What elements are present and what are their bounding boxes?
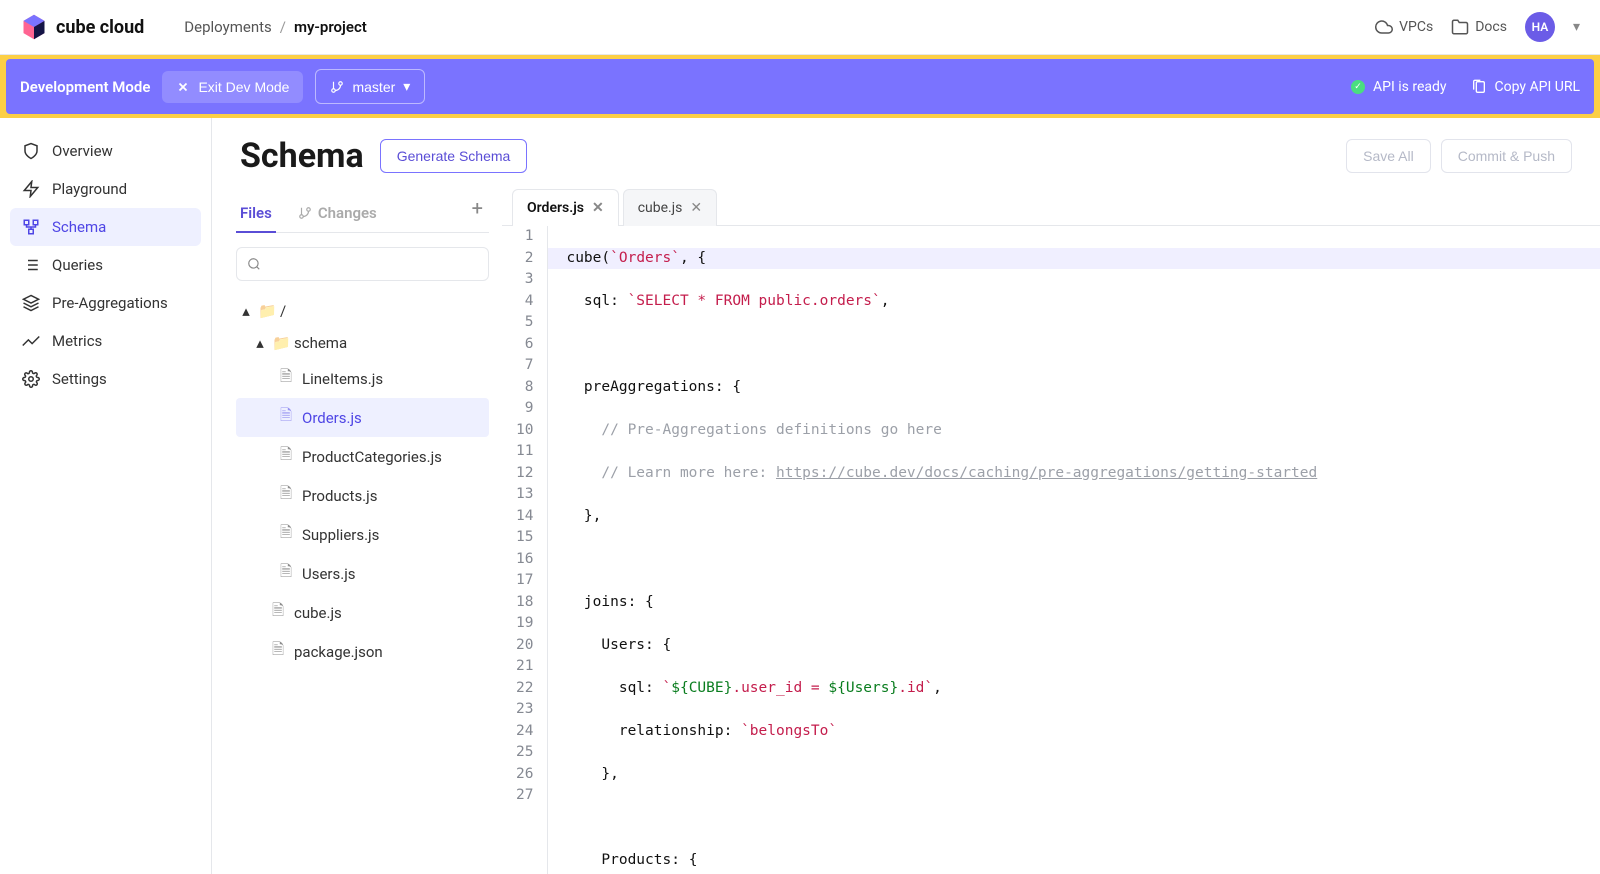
files-tabs: Files Changes + [236,186,489,233]
sidebar-item-overview[interactable]: Overview [10,132,201,170]
breadcrumb: Deployments / my-project [184,18,367,36]
sidebar-item-queries[interactable]: Queries [10,246,201,284]
dev-bar-wrap: Development Mode Exit Dev Mode master ▾ … [0,55,1600,118]
tab-changes[interactable]: Changes [294,194,381,232]
folder-icon: 📁 [272,334,288,352]
content-header: Schema Generate Schema Save All Commit &… [212,118,1600,186]
dev-bar: Development Mode Exit Dev Mode master ▾ … [6,59,1594,114]
tab-files[interactable]: Files [236,194,276,232]
tree-file-products[interactable]: 🗎 Products.js [236,476,489,515]
shield-icon [22,142,40,160]
file-icon: 🗎 [280,444,296,469]
tree-root[interactable]: ▴ 📁 / [236,295,489,327]
list-icon [22,256,40,274]
editor-tab-cube[interactable]: cube.js ✕ [623,189,717,226]
search-icon [247,257,261,271]
avatar[interactable]: HA [1525,12,1555,42]
generate-schema-button[interactable]: Generate Schema [380,139,528,173]
file-icon: 🗎 [272,600,288,625]
file-icon: 🗎 [280,522,296,547]
tree-file-users[interactable]: 🗎 Users.js [236,554,489,593]
file-search-input[interactable] [261,256,478,272]
copy-api-url-button[interactable]: Copy API URL [1471,79,1580,95]
file-search[interactable] [236,247,489,281]
chart-icon [22,332,40,350]
editor-area: Orders.js ✕ cube.js ✕ 123456789101112131… [502,186,1600,874]
top-header: cube cloud Deployments / my-project VPCs… [0,0,1600,55]
file-icon: 🗎 [280,405,296,430]
code-content[interactable]: cube(`Orders`, { sql: `SELECT * FROM pub… [548,226,1600,874]
file-icon: 🗎 [280,483,296,508]
file-icon: 🗎 [272,639,288,664]
commit-push-button[interactable]: Commit & Push [1441,139,1572,173]
caret-down-icon: ▴ [254,334,266,352]
file-icon: 🗎 [280,561,296,586]
cloud-icon [1375,18,1393,36]
save-all-button[interactable]: Save All [1346,139,1431,173]
vpcs-link[interactable]: VPCs [1375,18,1433,36]
chevron-down-icon[interactable]: ▾ [1573,19,1580,35]
folder-icon: 📁 [258,302,274,320]
dev-mode-label: Development Mode [20,78,150,96]
close-icon [176,80,190,94]
file-tree: ▴ 📁 / ▴ 📁 schema 🗎 LineItems.js 🗎 [236,295,489,671]
status-dot-icon [1351,80,1365,94]
breadcrumb-sep: / [280,18,286,36]
sidebar-item-metrics[interactable]: Metrics [10,322,201,360]
code-editor[interactable]: 1234567891011121314151617181920212223242… [502,226,1600,874]
add-file-button[interactable]: + [466,196,489,230]
api-status: API is ready [1351,79,1447,95]
branch-selector[interactable]: master ▾ [315,69,425,104]
cube-logo-icon [20,13,48,41]
brand-logo[interactable]: cube cloud [20,13,144,41]
caret-down-icon: ▴ [240,302,252,320]
tree-file-lineitems[interactable]: 🗎 LineItems.js [236,359,489,398]
editor-tabs: Orders.js ✕ cube.js ✕ [502,188,1600,226]
breadcrumb-current: my-project [294,18,367,36]
layers-icon [22,294,40,312]
schema-icon [22,218,40,236]
git-branch-icon [298,206,312,220]
tree-file-cubejs[interactable]: 🗎 cube.js [236,593,489,632]
files-panel: Files Changes + ▴ 📁 / [212,186,502,874]
zap-icon [22,180,40,198]
docs-link[interactable]: Docs [1451,18,1507,36]
chevron-down-icon: ▾ [403,78,410,95]
page-title: Schema [240,136,364,176]
content: Schema Generate Schema Save All Commit &… [212,118,1600,874]
sidebar-nav: Overview Playground Schema Queries Pre-A… [0,118,212,874]
close-icon[interactable]: ✕ [592,200,604,216]
tree-file-orders[interactable]: 🗎 Orders.js [236,398,489,437]
tree-file-suppliers[interactable]: 🗎 Suppliers.js [236,515,489,554]
exit-dev-button[interactable]: Exit Dev Mode [162,71,303,103]
tree-file-productcategories[interactable]: 🗎 ProductCategories.js [236,437,489,476]
close-icon[interactable]: ✕ [690,200,702,216]
sidebar-item-settings[interactable]: Settings [10,360,201,398]
tree-folder-schema[interactable]: ▴ 📁 schema [236,327,489,359]
gear-icon [22,370,40,388]
sidebar-item-playground[interactable]: Playground [10,170,201,208]
gutter: 1234567891011121314151617181920212223242… [502,226,548,874]
editor-tab-orders[interactable]: Orders.js ✕ [512,189,619,226]
file-icon: 🗎 [280,366,296,391]
brand-text: cube cloud [56,17,144,38]
clipboard-icon [1471,79,1487,95]
folder-icon [1451,18,1469,36]
sidebar-item-preagg[interactable]: Pre-Aggregations [10,284,201,322]
git-branch-icon [330,80,344,94]
tree-file-package[interactable]: 🗎 package.json [236,632,489,671]
sidebar-item-schema[interactable]: Schema [10,208,201,246]
breadcrumb-root[interactable]: Deployments [184,18,271,36]
